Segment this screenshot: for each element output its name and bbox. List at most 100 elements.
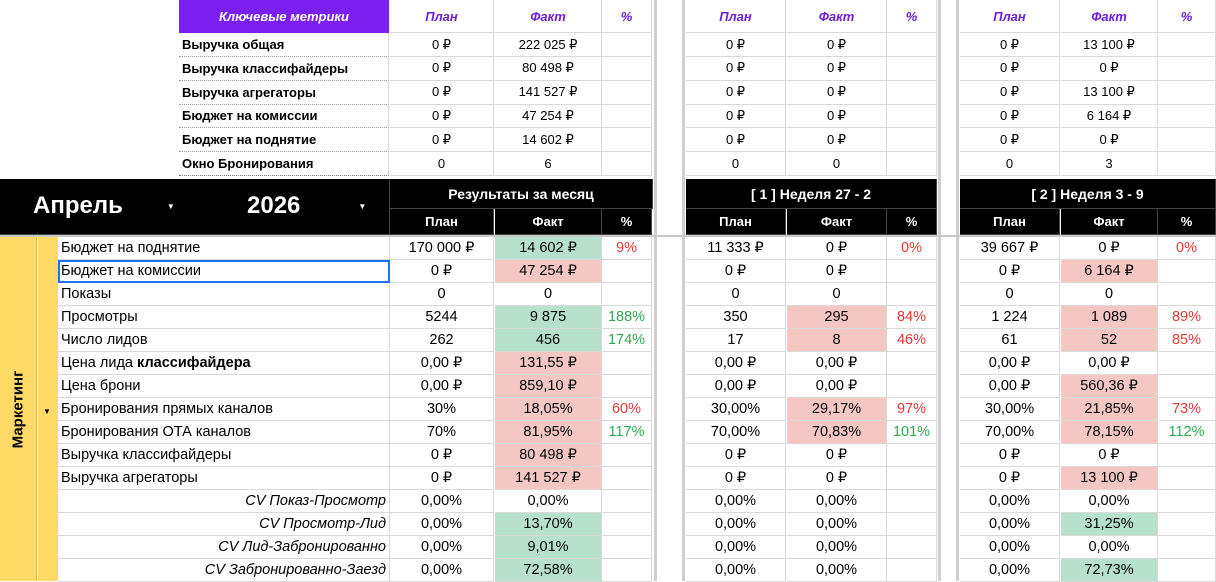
metric-label[interactable]: Бронирования прямых каналов <box>58 398 390 421</box>
plan-cell[interactable]: 70% <box>390 421 494 444</box>
key-metric-fact-cell[interactable]: 3 <box>1061 152 1158 176</box>
key-metric-label[interactable]: Окно Бронирования <box>179 152 389 176</box>
plan-cell[interactable]: 0,00 ₽ <box>686 375 786 398</box>
plan-cell[interactable]: 0,00 ₽ <box>390 375 494 398</box>
pct-cell[interactable] <box>602 444 652 467</box>
metric-label[interactable]: CV Показ-Просмотр <box>58 490 390 513</box>
plan-cell[interactable]: 30% <box>390 398 494 421</box>
key-metric-plan-cell[interactable]: 0 ₽ <box>390 56 494 81</box>
plan-cell[interactable]: 170 000 ₽ <box>390 237 494 260</box>
key-metric-label[interactable]: Выручка агрегаторы <box>179 80 389 105</box>
plan-cell[interactable]: 70,00% <box>686 421 786 444</box>
pct-cell[interactable] <box>887 283 937 306</box>
pct-cell[interactable] <box>1158 444 1216 467</box>
key-metric-plan-cell[interactable]: 0 ₽ <box>686 56 786 81</box>
pct-cell[interactable] <box>1158 536 1216 559</box>
plan-cell[interactable]: 0,00% <box>960 559 1060 582</box>
key-metric-label[interactable]: Выручка классифайдеры <box>179 56 389 81</box>
pct-cell[interactable] <box>1158 352 1216 375</box>
metric-label[interactable]: Цена лида классифайдера <box>58 352 390 375</box>
key-metric-fact-cell[interactable]: 6 <box>495 152 602 176</box>
fact-cell[interactable]: 70,83% <box>787 421 887 444</box>
key-metric-fact-cell[interactable]: 0 ₽ <box>787 33 887 57</box>
pct-cell[interactable]: 73% <box>1158 398 1216 421</box>
chevron-down-icon[interactable]: ▼ <box>358 202 366 211</box>
fact-cell[interactable]: 80 498 ₽ <box>495 444 602 467</box>
fact-cell[interactable]: 1 089 <box>1061 306 1158 329</box>
key-metric-plan-cell[interactable]: 0 ₽ <box>686 33 786 57</box>
key-metric-plan-cell[interactable]: 0 ₽ <box>960 80 1060 105</box>
pct-cell[interactable] <box>887 513 937 536</box>
pct-cell[interactable]: 9% <box>602 237 652 260</box>
key-metric-plan-cell[interactable]: 0 ₽ <box>686 128 786 153</box>
fact-cell[interactable]: 13 100 ₽ <box>1061 467 1158 490</box>
key-metric-label[interactable]: Выручка общая <box>179 33 389 57</box>
fact-cell[interactable]: 81,95% <box>495 421 602 444</box>
key-metric-plan-cell[interactable]: 0 <box>960 152 1060 176</box>
pct-cell[interactable] <box>887 467 937 490</box>
plan-cell[interactable]: 0,00% <box>686 559 786 582</box>
plan-cell[interactable]: 30,00% <box>686 398 786 421</box>
fact-cell[interactable]: 72,73% <box>1061 559 1158 582</box>
pct-cell[interactable]: 46% <box>887 329 937 352</box>
key-metric-pct-cell[interactable] <box>1158 33 1216 57</box>
fact-cell[interactable]: 0,00% <box>787 490 887 513</box>
plan-cell[interactable]: 0,00% <box>686 490 786 513</box>
pct-cell[interactable] <box>887 559 937 582</box>
chevron-down-icon[interactable]: ▼ <box>43 407 51 416</box>
pct-cell[interactable]: 84% <box>887 306 937 329</box>
plan-cell[interactable]: 5244 <box>390 306 494 329</box>
metric-label[interactable]: Цена брони <box>58 375 390 398</box>
fact-cell[interactable]: 0 <box>787 283 887 306</box>
key-metric-pct-cell[interactable] <box>1158 104 1216 129</box>
plan-cell[interactable]: 0,00 ₽ <box>960 375 1060 398</box>
fact-cell[interactable]: 0 ₽ <box>787 260 887 283</box>
key-metric-pct-cell[interactable] <box>602 104 652 129</box>
plan-cell[interactable]: 0 ₽ <box>960 260 1060 283</box>
plan-cell[interactable]: 0,00 ₽ <box>390 352 494 375</box>
pct-cell[interactable] <box>602 490 652 513</box>
key-metric-pct-cell[interactable] <box>602 152 652 176</box>
plan-cell[interactable]: 0 ₽ <box>390 467 494 490</box>
key-metric-pct-cell[interactable] <box>887 80 937 105</box>
key-metric-pct-cell[interactable] <box>602 56 652 81</box>
key-metric-plan-cell[interactable]: 0 ₽ <box>390 104 494 129</box>
pct-cell[interactable] <box>887 260 937 283</box>
key-metric-fact-cell[interactable]: 6 164 ₽ <box>1061 104 1158 129</box>
key-metric-plan-cell[interactable]: 0 ₽ <box>960 104 1060 129</box>
pct-cell[interactable] <box>887 536 937 559</box>
fact-cell[interactable]: 0,00% <box>787 536 887 559</box>
key-metric-fact-cell[interactable]: 141 527 ₽ <box>495 80 602 105</box>
fact-cell[interactable]: 0,00% <box>787 559 887 582</box>
plan-cell[interactable]: 0,00 ₽ <box>960 352 1060 375</box>
pct-cell[interactable] <box>602 283 652 306</box>
key-metric-fact-cell[interactable]: 0 ₽ <box>1061 128 1158 153</box>
plan-cell[interactable]: 262 <box>390 329 494 352</box>
key-metric-plan-cell[interactable]: 0 ₽ <box>960 128 1060 153</box>
metric-label[interactable]: Просмотры <box>58 306 390 329</box>
key-metric-label[interactable]: Бюджет на комиссии <box>179 104 389 129</box>
fact-cell[interactable]: 8 <box>787 329 887 352</box>
fact-cell[interactable]: 0 <box>495 283 602 306</box>
fact-cell[interactable]: 0,00 ₽ <box>787 352 887 375</box>
pct-cell[interactable] <box>887 490 937 513</box>
fact-cell[interactable]: 47 254 ₽ <box>495 260 602 283</box>
key-metric-pct-cell[interactable] <box>1158 80 1216 105</box>
key-metric-fact-cell[interactable]: 0 ₽ <box>787 104 887 129</box>
pct-cell[interactable]: 0% <box>887 237 937 260</box>
fact-cell[interactable]: 0 ₽ <box>787 467 887 490</box>
fact-cell[interactable]: 9,01% <box>495 536 602 559</box>
fact-cell[interactable]: 141 527 ₽ <box>495 467 602 490</box>
key-metric-pct-cell[interactable] <box>887 33 937 57</box>
pct-cell[interactable] <box>1158 375 1216 398</box>
fact-cell[interactable]: 0,00% <box>787 513 887 536</box>
key-metric-plan-cell[interactable]: 0 ₽ <box>390 33 494 57</box>
fact-cell[interactable]: 0,00% <box>1061 490 1158 513</box>
plan-cell[interactable]: 70,00% <box>960 421 1060 444</box>
pct-cell[interactable]: 60% <box>602 398 652 421</box>
plan-cell[interactable]: 0,00% <box>390 536 494 559</box>
pct-cell[interactable] <box>602 375 652 398</box>
key-metric-pct-cell[interactable] <box>1158 152 1216 176</box>
fact-cell[interactable]: 0 ₽ <box>787 444 887 467</box>
fact-cell[interactable]: 52 <box>1061 329 1158 352</box>
